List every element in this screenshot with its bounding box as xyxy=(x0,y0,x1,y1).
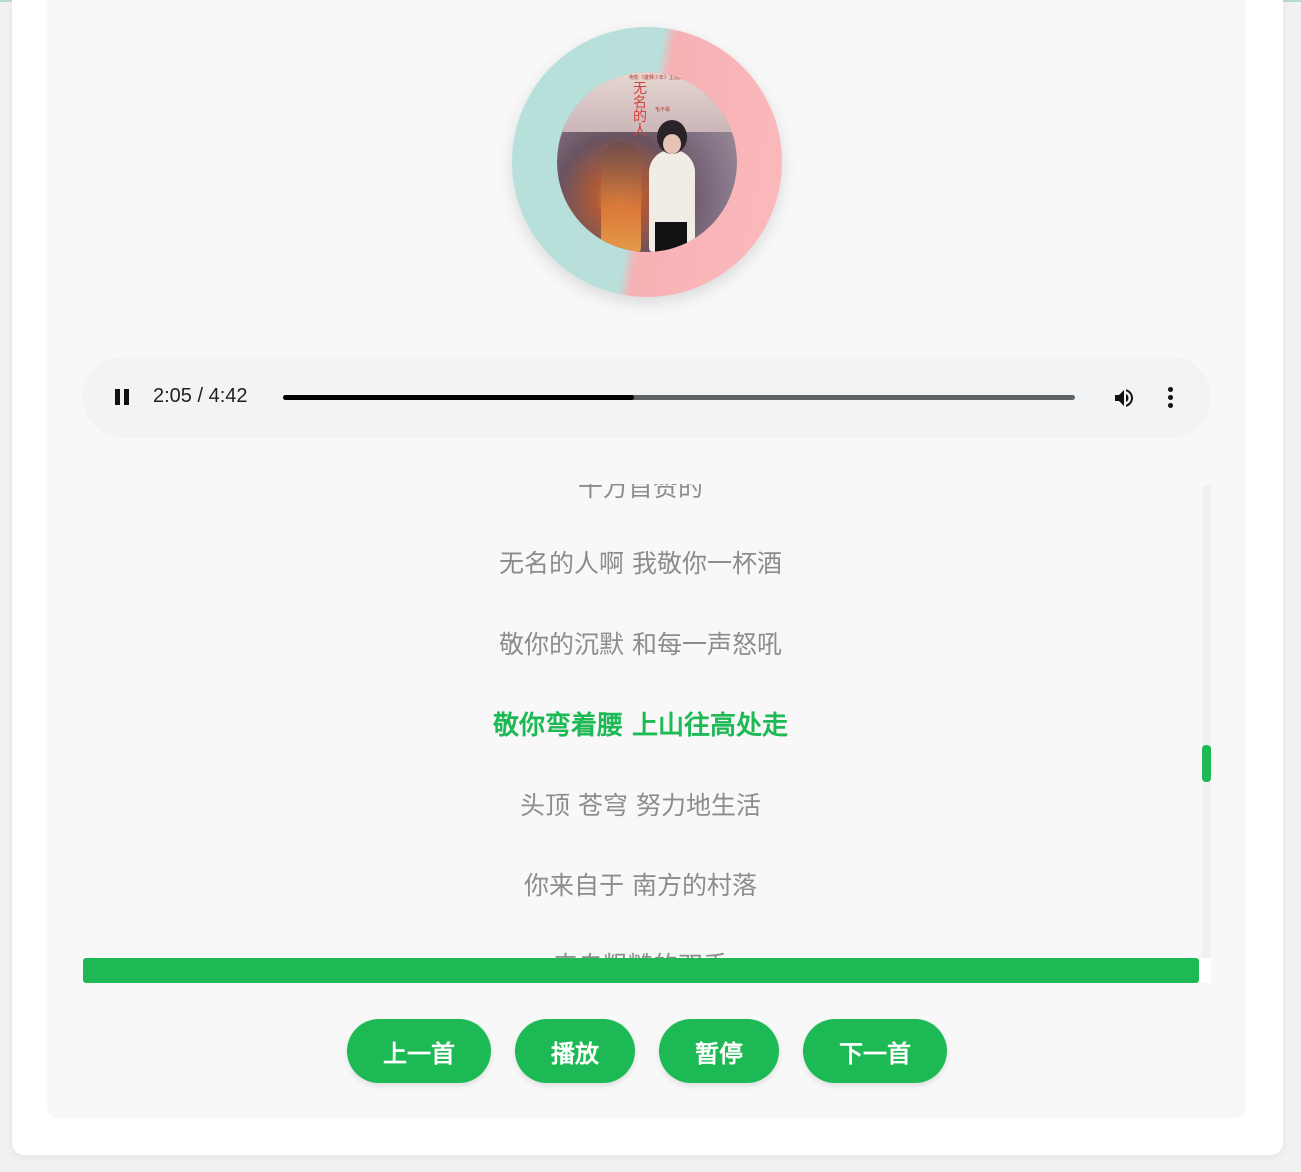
seek-bar[interactable] xyxy=(283,395,1075,400)
lyric-line: 来自粗糙的双手 xyxy=(83,946,1198,958)
lyrics-scrollbar-thumb[interactable] xyxy=(1202,745,1211,782)
lyric-line: 敬你的沉默 和每一声怒吼 xyxy=(499,630,782,659)
lyric-line: 头顶 苍穹 努力地生活 xyxy=(520,791,761,820)
play-button[interactable]: 播放 xyxy=(515,1019,635,1083)
lyrics-bottom-bar xyxy=(83,958,1199,983)
album-disc: 电影《雄狮少年》主题曲 无名的人 毛不易 xyxy=(512,27,782,297)
volume-icon[interactable] xyxy=(1111,386,1137,410)
time-display: 2:05 / 4:42 xyxy=(153,385,248,407)
cover-singer-legs xyxy=(655,222,687,252)
lyrics-panel[interactable]: 千万首赞的 无名的人啊 我敬你一杯酒 敬你的沉默 和每一声怒吼 敬你弯着腰 上山… xyxy=(83,484,1198,958)
pause-icon[interactable] xyxy=(113,387,133,407)
cover-tag: 电影《雄狮少年》主题曲 xyxy=(629,75,685,81)
lyrics-bar-gap xyxy=(1199,958,1211,983)
seek-bar-progress xyxy=(283,395,634,400)
lyric-line: 你来自于 南方的村落 xyxy=(524,871,757,900)
lyric-line: 无名的人啊 我敬你一杯酒 xyxy=(499,549,782,578)
lyric-line: 千万首赞的 xyxy=(577,484,703,502)
next-button[interactable]: 下一首 xyxy=(803,1019,947,1083)
lyrics-scrollbar[interactable] xyxy=(1202,485,1211,959)
cover-title: 无名的人 xyxy=(633,81,647,139)
audio-player[interactable]: 2:05 / 4:42 xyxy=(83,357,1211,438)
pause-button[interactable]: 暂停 xyxy=(659,1019,779,1083)
cover-figure xyxy=(601,142,641,252)
cover-singer-face xyxy=(663,134,681,154)
more-options-icon[interactable] xyxy=(1166,386,1174,410)
previous-button[interactable]: 上一首 xyxy=(347,1019,491,1083)
lyric-line-active: 敬你弯着腰 上山往高处走 xyxy=(492,711,789,741)
cover-subtitle: 毛不易 xyxy=(655,107,671,113)
album-cover: 电影《雄狮少年》主题曲 无名的人 毛不易 xyxy=(557,72,737,252)
